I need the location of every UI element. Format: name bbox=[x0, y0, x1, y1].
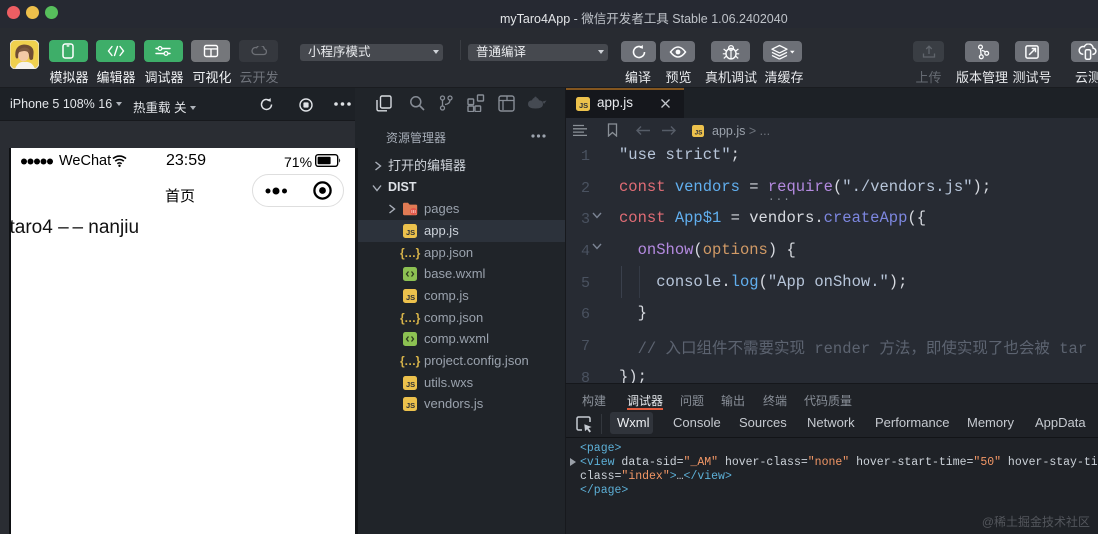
svg-text:JS: JS bbox=[579, 101, 588, 110]
svg-text:JS: JS bbox=[406, 380, 415, 389]
svg-text:JS: JS bbox=[406, 293, 415, 302]
svg-text:JS: JS bbox=[695, 129, 704, 136]
svg-text:JS: JS bbox=[406, 401, 415, 410]
svg-text:JS: JS bbox=[406, 228, 415, 237]
